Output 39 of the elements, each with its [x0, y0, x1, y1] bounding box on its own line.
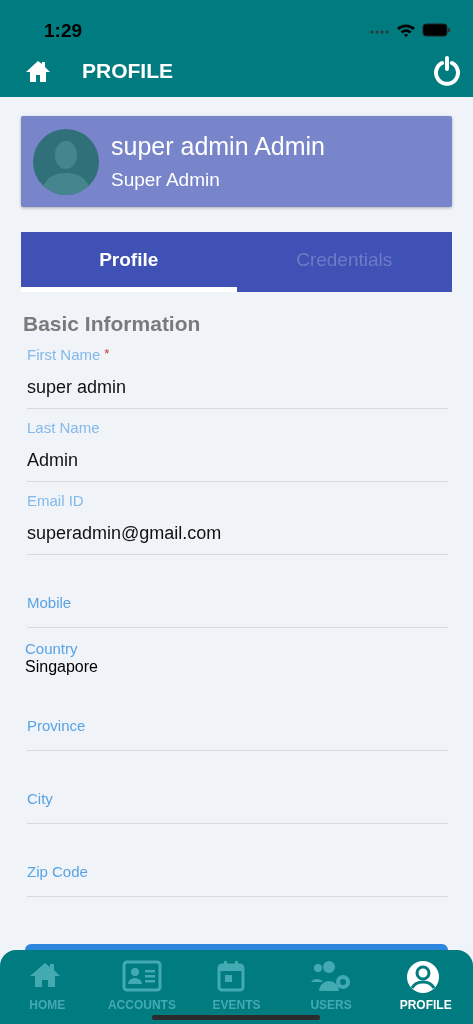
field-placeholder: City [27, 790, 54, 807]
tab[interactable]: Profile [21, 232, 237, 292]
id-card-icon [121, 960, 162, 994]
input-field[interactable]: Last Name Admin [27, 409, 448, 482]
required-mark: * [104, 346, 110, 361]
user-role: Super Admin [111, 169, 221, 191]
field-value: superadmin@gmail.com [27, 523, 223, 544]
input-field[interactable]: Email ID superadmin@gmail.com [27, 482, 448, 555]
field-placeholder: Mobile [27, 594, 73, 611]
input-field[interactable]: Province [27, 678, 448, 751]
battery-icon [422, 22, 451, 37]
field-label: Last Name [27, 419, 101, 436]
nav-item[interactable]: PROFILE [378, 960, 473, 1012]
field-label: Email ID [27, 492, 85, 509]
power-icon[interactable] [433, 56, 461, 86]
status-time: 1:29 [44, 18, 83, 42]
field-value: Admin [27, 450, 80, 471]
input-field[interactable]: First Name * super admin [27, 336, 448, 409]
country-picker[interactable]: Country Singapore [25, 628, 448, 678]
nav-item[interactable]: USERS [283, 960, 379, 1012]
field-value: Singapore [25, 658, 99, 676]
field-placeholder: Province [27, 717, 87, 734]
page-title: PROFILE [82, 59, 174, 83]
wifi-icon [396, 21, 416, 38]
section-title: Basic Information [23, 312, 202, 336]
field-label: Country [25, 640, 79, 657]
users-gear-icon [311, 960, 352, 994]
field-value: super admin [27, 377, 128, 398]
nav-item[interactable]: EVENTS [189, 960, 284, 1012]
input-field[interactable]: City [27, 751, 448, 824]
home-icon[interactable] [24, 58, 52, 84]
nav-item[interactable]: ACCOUNTS [94, 960, 190, 1012]
nav-item[interactable]: HOME [0, 960, 95, 1012]
field-placeholder: Zip Code [27, 863, 89, 880]
user-name: super admin Admin [111, 132, 325, 161]
field-label: First Name [27, 346, 101, 363]
avatar-icon [33, 128, 99, 195]
input-field[interactable]: Zip Code [27, 824, 448, 897]
input-field[interactable]: Mobile [27, 555, 448, 628]
